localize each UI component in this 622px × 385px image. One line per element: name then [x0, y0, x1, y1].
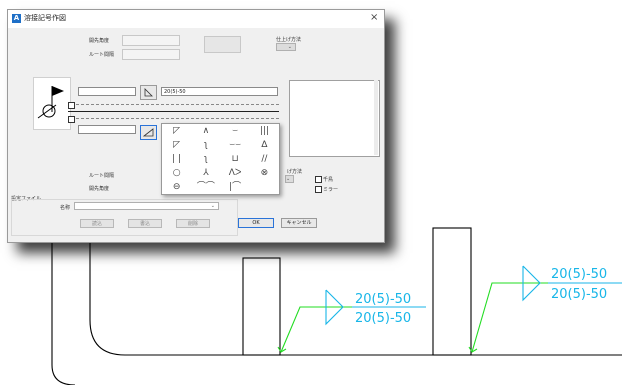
- stiffener-1: [242, 257, 281, 356]
- upper-open-angle-label: 開先角度: [89, 38, 110, 44]
- palette-symbol-square-groove-icon[interactable]: | |: [162, 152, 191, 166]
- palette-symbol-single-bevel-icon[interactable]: ʅ: [191, 152, 220, 166]
- name-dropdown[interactable]: ⌄: [74, 202, 219, 210]
- upper-root-gap-label: ルート間隔: [89, 52, 115, 58]
- weld-label-2-top: 20(5)-50: [551, 267, 607, 282]
- staggered-checkbox[interactable]: [315, 176, 322, 183]
- write-button[interactable]: 書込: [128, 219, 162, 228]
- palette-symbol-plug-icon[interactable]: |||: [250, 124, 279, 138]
- upper-prefix-input[interactable]: [78, 87, 136, 96]
- dialog-titlebar: A 溶接記号作図 ×: [8, 10, 384, 28]
- staggered-label: 千鳥: [323, 177, 334, 183]
- close-icon[interactable]: ×: [370, 12, 378, 23]
- palette-symbol-bevel-icon[interactable]: ◸: [162, 138, 191, 152]
- delete-button[interactable]: 削除: [176, 219, 210, 228]
- weld-label-1-bottom: 20(5)-50: [355, 311, 411, 326]
- palette-symbol-u-groove-icon[interactable]: ⌣: [221, 124, 250, 138]
- palette-symbol-double-u-icon[interactable]: ⌣⌣: [221, 138, 250, 152]
- upper-line-checkbox[interactable]: [68, 102, 75, 109]
- weld-symbol-2[interactable]: 20(5)-50 20(5)-50: [468, 265, 622, 353]
- app-icon: A: [12, 14, 21, 23]
- upper-root-gap-field[interactable]: [122, 49, 180, 60]
- weld-leader-1: [280, 306, 352, 353]
- plate-outer-edge: [51, 240, 76, 385]
- cancel-button[interactable]: キャンセル: [281, 218, 317, 228]
- plate-left-edge: [89, 240, 126, 356]
- finish-contour-button[interactable]: [204, 36, 241, 53]
- upper-symbol-button[interactable]: [140, 85, 157, 100]
- lower-prefix-input[interactable]: [78, 125, 136, 134]
- palette-symbol-spot-icon[interactable]: ○: [162, 166, 191, 180]
- ok-button[interactable]: OK: [238, 218, 274, 228]
- reference-solid-line: [68, 111, 279, 112]
- weld-symbol-preview[interactable]: [33, 77, 71, 130]
- mirror-checkbox[interactable]: [315, 186, 322, 193]
- weld-symbol-palette: ◸ ∧ ⌣ ||| ◸ ʅ ⌣⌣ ∆ | | ʅ ⊔ // ○ ⅄ ᐱᐳ ⊗ ⊖…: [161, 123, 280, 195]
- finish-method-top-label: 仕上げ方法: [276, 37, 302, 43]
- reference-text-input[interactable]: 20(5)-50: [161, 87, 278, 96]
- palette-symbol-flare-v-icon[interactable]: ⌒⌒: [191, 180, 220, 194]
- finish-method-top-dropdown[interactable]: ⌄: [276, 43, 296, 51]
- lower-root-gap-label: ルート間隔: [89, 173, 115, 179]
- preview-box: [289, 80, 380, 157]
- palette-symbol-v-groove-icon[interactable]: ∧: [191, 124, 220, 138]
- mirror-label: ミラー: [323, 187, 339, 193]
- weld-label-2-bottom: 20(5)-50: [551, 287, 607, 302]
- palette-symbol-delta-icon[interactable]: ∆: [250, 138, 279, 152]
- upper-dashed-line: [76, 104, 279, 105]
- lower-line-checkbox[interactable]: [68, 116, 75, 123]
- lower-dashed-line: [76, 118, 279, 119]
- palette-symbol-flare-icon[interactable]: ⅄: [191, 166, 220, 180]
- stiffener-2: [432, 227, 472, 356]
- dialog-title: 溶接記号作図: [24, 14, 66, 22]
- lower-open-angle-label: 開先角度: [89, 186, 110, 192]
- preview-scrollbar[interactable]: [374, 80, 378, 155]
- palette-symbol-slot-icon[interactable]: ⊔: [221, 152, 250, 166]
- palette-symbol-double-v-icon[interactable]: ᐱᐳ: [221, 166, 250, 180]
- weld-symbol-1[interactable]: 20(5)-50 20(5)-50: [277, 289, 426, 353]
- upper-open-angle-field[interactable]: [122, 35, 180, 46]
- palette-symbol-j-groove-icon[interactable]: ʅ: [191, 138, 220, 152]
- palette-symbol-fillet-icon[interactable]: ◸: [162, 124, 191, 138]
- name-label: 名称: [60, 205, 71, 211]
- finish-method-bottom-dropdown[interactable]: ⌄: [285, 175, 294, 183]
- palette-symbol-flare-bevel-icon[interactable]: |⌒: [221, 180, 250, 194]
- weld-leader-2: [471, 282, 548, 353]
- finish-method-bottom-label: げ方法: [287, 169, 303, 175]
- lower-symbol-button[interactable]: [140, 125, 157, 140]
- weld-label-1-top: 20(5)-50: [355, 292, 411, 307]
- read-button[interactable]: 読込: [80, 219, 114, 228]
- palette-symbol-all-around-icon[interactable]: ⊗: [250, 166, 279, 180]
- palette-symbol-seam-icon[interactable]: ⊖: [162, 180, 191, 194]
- palette-symbol-empty-slot: [250, 180, 279, 194]
- palette-symbol-double-slash-icon[interactable]: //: [250, 152, 279, 166]
